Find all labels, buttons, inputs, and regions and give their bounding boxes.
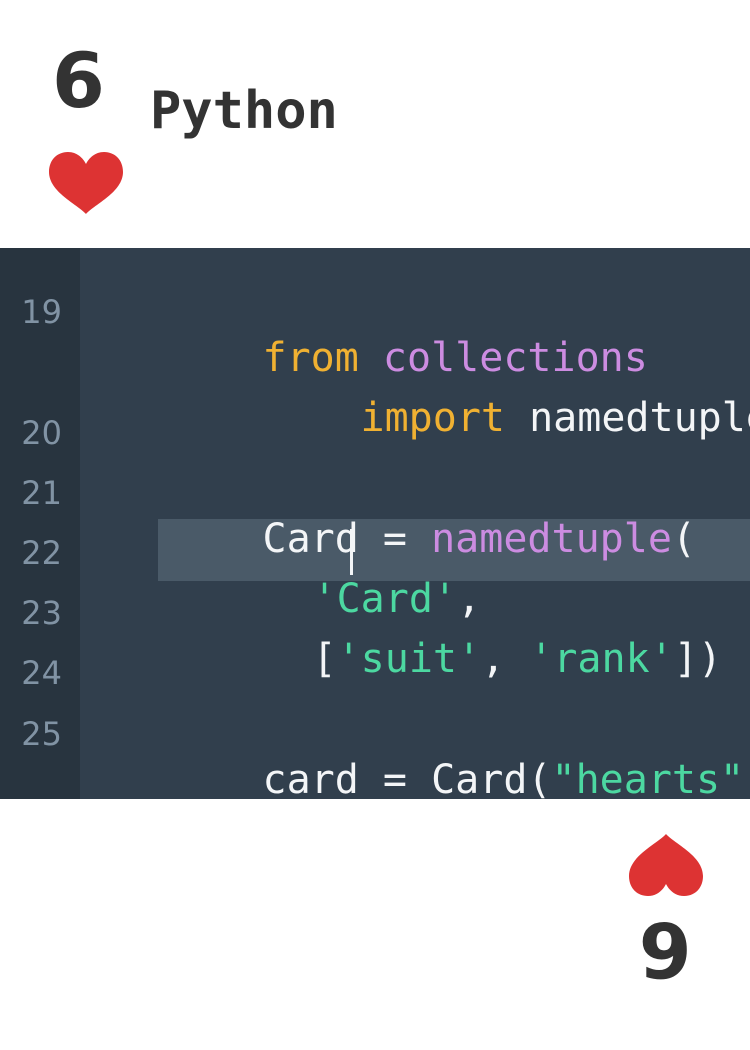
card-rank-top: 6: [52, 36, 105, 125]
playing-card: 6 Python 19 20 21 22 23 24 25 from colle…: [0, 0, 750, 1050]
code-token: ,: [744, 757, 750, 799]
code-line[interactable]: card = Card("hearts", 6): [118, 705, 750, 799]
code-token: "hearts": [551, 757, 745, 799]
line-number: 23: [21, 594, 62, 632]
line-number: 25: [21, 715, 62, 753]
card-title: Python: [150, 81, 338, 141]
line-number: 24: [21, 654, 62, 692]
line-number: 22: [21, 534, 62, 572]
code-token: [: [312, 636, 337, 682]
heart-icon: [629, 834, 703, 896]
code-token: import: [360, 395, 506, 441]
code-token: 'rank': [529, 636, 674, 682]
code-token: card = Card(: [262, 757, 552, 799]
code-editor[interactable]: 19 20 21 22 23 24 25 from collections im…: [0, 248, 750, 799]
code-token: (: [671, 516, 696, 562]
line-number: 21: [21, 474, 62, 512]
heart-icon: [49, 152, 123, 214]
code-token: namedtuple: [505, 395, 750, 441]
line-number: 20: [21, 414, 62, 452]
line-number: 19: [21, 293, 62, 331]
code-token: ]): [673, 636, 722, 682]
text-cursor: [350, 529, 353, 575]
code-token: ,: [481, 636, 530, 682]
card-corner-bottom: 6: [620, 832, 720, 1002]
line-number-gutter: 19 20 21 22 23 24 25: [0, 248, 80, 799]
code-token: 'suit': [336, 636, 482, 682]
card-rank-bottom: 6: [638, 905, 692, 994]
